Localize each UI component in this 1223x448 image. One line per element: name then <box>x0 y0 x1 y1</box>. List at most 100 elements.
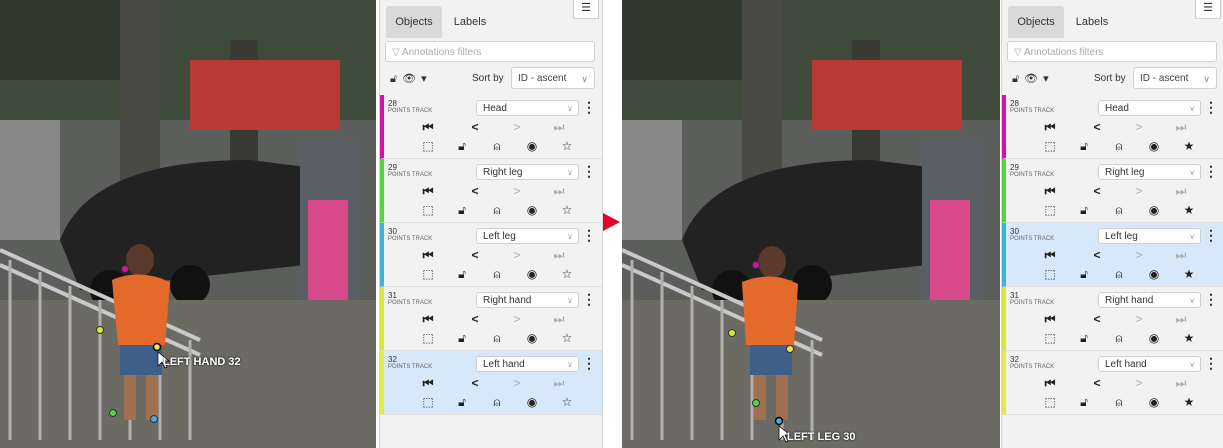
next-keyframe-icon[interactable]: > <box>1131 312 1147 326</box>
object-card[interactable]: 30 POINTS TRACK Left leg ∨ ⋮ ⏮︎ < > ⏭︎ ⬚ 🔓︎ ⍝ ◉ ★ <box>1002 223 1223 287</box>
next-keyframe-icon[interactable]: > <box>1131 248 1147 262</box>
last-keyframe-icon[interactable]: ⏭︎ <box>551 312 567 327</box>
sort-select[interactable]: ID - ascent ∨ <box>1133 67 1217 89</box>
user-icon[interactable]: ⍝ <box>1111 331 1127 346</box>
outside-icon[interactable]: ⬚ <box>420 139 436 153</box>
first-keyframe-icon[interactable]: ⏮︎ <box>1042 184 1058 199</box>
tab-labels[interactable]: Labels <box>1072 6 1112 38</box>
more-options-icon[interactable]: ⋮ <box>582 227 596 244</box>
tab-labels[interactable]: Labels <box>450 6 490 38</box>
star-icon[interactable]: ☆ <box>559 395 575 409</box>
object-label-select[interactable]: Right leg ∨ <box>1098 164 1201 180</box>
user-icon[interactable]: ⍝ <box>1111 139 1127 154</box>
object-label-select[interactable]: Left hand ∨ <box>1098 356 1201 372</box>
star-icon[interactable]: ☆ <box>559 203 575 217</box>
first-keyframe-icon[interactable]: ⏮︎ <box>1042 248 1058 263</box>
user-icon[interactable]: ⍝ <box>489 203 505 218</box>
last-keyframe-icon[interactable]: ⏭︎ <box>551 376 567 391</box>
outside-icon[interactable]: ⬚ <box>420 267 436 281</box>
prev-keyframe-icon[interactable]: < <box>1089 312 1105 326</box>
lock-icon[interactable]: 🔓︎ <box>1076 331 1092 346</box>
sidebar-menu-icon[interactable]: ☰ <box>1195 0 1221 19</box>
more-options-icon[interactable]: ⋮ <box>582 355 596 372</box>
prev-keyframe-icon[interactable]: < <box>1089 184 1105 198</box>
outside-icon[interactable]: ⬚ <box>1042 331 1058 345</box>
first-keyframe-icon[interactable]: ⏮︎ <box>420 120 436 135</box>
star-icon[interactable]: ☆ <box>559 331 575 345</box>
lock-icon[interactable]: 🔓︎ <box>454 203 470 218</box>
next-keyframe-icon[interactable]: > <box>509 184 525 198</box>
object-card[interactable]: 29 POINTS TRACK Right leg ∨ ⋮ ⏮︎ < > ⏭︎ ⬚ 🔓︎ ⍝ ◉ ☆ <box>380 159 602 223</box>
more-options-icon[interactable]: ⋮ <box>582 291 596 308</box>
lock-all-icon[interactable]: 🔓︎ <box>390 73 402 85</box>
last-keyframe-icon[interactable]: ⏭︎ <box>1173 312 1189 327</box>
eye-icon[interactable]: ◉ <box>524 395 540 409</box>
eye-all-icon[interactable]: 👁︎ <box>402 73 421 85</box>
lock-icon[interactable]: 🔓︎ <box>454 395 470 410</box>
lock-icon[interactable]: 🔓︎ <box>454 139 470 154</box>
last-keyframe-icon[interactable]: ⏭︎ <box>551 248 567 263</box>
eye-icon[interactable]: ◉ <box>1146 139 1162 153</box>
prev-keyframe-icon[interactable]: < <box>1089 376 1105 390</box>
last-keyframe-icon[interactable]: ⏭︎ <box>551 120 567 135</box>
outside-icon[interactable]: ⬚ <box>1042 267 1058 281</box>
expand-all-icon[interactable]: ▾ <box>421 73 432 85</box>
prev-keyframe-icon[interactable]: < <box>1089 120 1105 134</box>
lock-icon[interactable]: 🔓︎ <box>1076 139 1092 154</box>
tab-objects[interactable]: Objects <box>1008 6 1064 38</box>
object-card[interactable]: 31 POINTS TRACK Right hand ∨ ⋮ ⏮︎ < > ⏭︎ ⬚ 🔓︎ ⍝ ◉ ★ <box>1002 287 1223 351</box>
more-options-icon[interactable]: ⋮ <box>582 99 596 116</box>
sort-select[interactable]: ID - ascent ∨ <box>511 67 595 89</box>
next-keyframe-icon[interactable]: > <box>509 120 525 134</box>
annotations-filter-input[interactable]: ▽ Annotations filters <box>1007 41 1217 62</box>
object-label-select[interactable]: Right hand ∨ <box>1098 292 1201 308</box>
object-card[interactable]: 31 POINTS TRACK Right hand ∨ ⋮ ⏮︎ < > ⏭︎ ⬚ 🔓︎ ⍝ ◉ ☆ <box>380 287 602 351</box>
user-icon[interactable]: ⍝ <box>1111 395 1127 410</box>
first-keyframe-icon[interactable]: ⏮︎ <box>420 248 436 263</box>
eye-icon[interactable]: ◉ <box>1146 203 1162 217</box>
next-keyframe-icon[interactable]: > <box>509 248 525 262</box>
star-icon[interactable]: ☆ <box>559 139 575 153</box>
more-options-icon[interactable]: ⋮ <box>1204 99 1218 116</box>
object-card[interactable]: 28 POINTS TRACK Head ∨ ⋮ ⏮︎ < > ⏭︎ ⬚ 🔓︎ ⍝ ◉ ★ <box>1002 95 1223 159</box>
object-label-select[interactable]: Head ∨ <box>476 100 579 116</box>
next-keyframe-icon[interactable]: > <box>1131 120 1147 134</box>
first-keyframe-icon[interactable]: ⏮︎ <box>1042 376 1058 391</box>
prev-keyframe-icon[interactable]: < <box>467 184 483 198</box>
outside-icon[interactable]: ⬚ <box>420 395 436 409</box>
first-keyframe-icon[interactable]: ⏮︎ <box>420 312 436 327</box>
first-keyframe-icon[interactable]: ⏮︎ <box>1042 120 1058 135</box>
first-keyframe-icon[interactable]: ⏮︎ <box>1042 312 1058 327</box>
user-icon[interactable]: ⍝ <box>489 267 505 282</box>
eye-icon[interactable]: ◉ <box>524 139 540 153</box>
prev-keyframe-icon[interactable]: < <box>467 312 483 326</box>
eye-icon[interactable]: ◉ <box>524 267 540 281</box>
lock-icon[interactable]: 🔓︎ <box>1076 395 1092 410</box>
tab-objects[interactable]: Objects <box>386 6 442 38</box>
more-options-icon[interactable]: ⋮ <box>1204 227 1218 244</box>
prev-keyframe-icon[interactable]: < <box>467 120 483 134</box>
object-label-select[interactable]: Right hand ∨ <box>476 292 579 308</box>
eye-icon[interactable]: ◉ <box>524 203 540 217</box>
last-keyframe-icon[interactable]: ⏭︎ <box>1173 248 1189 263</box>
lock-all-icon[interactable]: 🔓︎ <box>1012 73 1024 85</box>
eye-icon[interactable]: ◉ <box>1146 395 1162 409</box>
lock-icon[interactable]: 🔓︎ <box>1076 203 1092 218</box>
video-frame-after[interactable]: LEFT LEG 30 <box>622 0 1000 448</box>
expand-all-icon[interactable]: ▾ <box>1043 73 1054 85</box>
eye-icon[interactable]: ◉ <box>1146 331 1162 345</box>
video-frame-before[interactable]: LEFT HAND 32 <box>0 0 376 448</box>
prev-keyframe-icon[interactable]: < <box>467 248 483 262</box>
object-card[interactable]: 28 POINTS TRACK Head ∨ ⋮ ⏮︎ < > ⏭︎ ⬚ 🔓︎ ⍝ ◉ ☆ <box>380 95 602 159</box>
star-icon[interactable]: ★ <box>1181 267 1197 281</box>
user-icon[interactable]: ⍝ <box>1111 203 1127 218</box>
lock-icon[interactable]: 🔓︎ <box>454 331 470 346</box>
sidebar-menu-icon[interactable]: ☰ <box>573 0 599 19</box>
more-options-icon[interactable]: ⋮ <box>1204 163 1218 180</box>
star-icon[interactable]: ★ <box>1181 331 1197 345</box>
user-icon[interactable]: ⍝ <box>489 395 505 410</box>
more-options-icon[interactable]: ⋮ <box>1204 355 1218 372</box>
object-label-select[interactable]: Right leg ∨ <box>476 164 579 180</box>
next-keyframe-icon[interactable]: > <box>1131 184 1147 198</box>
prev-keyframe-icon[interactable]: < <box>467 376 483 390</box>
